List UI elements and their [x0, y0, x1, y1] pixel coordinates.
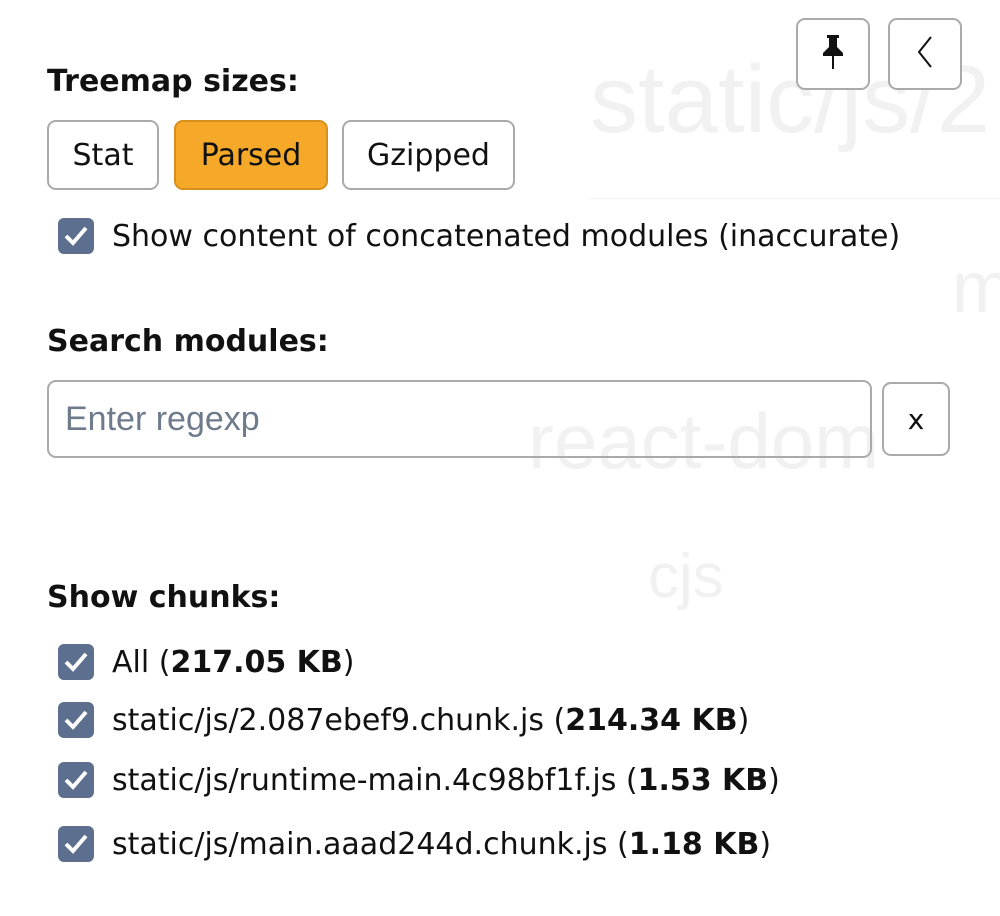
chunk-item-all[interactable]: All (217.05 KB) [58, 644, 355, 680]
chunk-name: static/js/2.087ebef9.chunk.js [112, 702, 544, 738]
chunk-name: static/js/main.aaad244d.chunk.js [112, 826, 608, 862]
stat-size-button[interactable]: Stat [47, 120, 159, 190]
concatenated-modules-label: Show content of concatenated modules (in… [112, 218, 901, 254]
search-modules-heading: Search modules: [47, 324, 329, 359]
chunk-item[interactable]: static/js/main.aaad244d.chunk.js (1.18 K… [58, 826, 771, 862]
chunk-checkbox[interactable] [58, 762, 94, 798]
collapse-sidebar-button[interactable] [888, 18, 962, 90]
chunk-checkbox[interactable] [58, 826, 94, 862]
search-input[interactable] [47, 380, 872, 458]
show-chunks-heading: Show chunks: [47, 580, 281, 615]
chunk-size: 214.34 KB [565, 702, 738, 738]
clear-search-button[interactable]: x [882, 382, 950, 456]
chunk-checkbox[interactable] [58, 702, 94, 738]
chevron-left-icon [914, 34, 936, 74]
chunk-item[interactable]: static/js/2.087ebef9.chunk.js (214.34 KB… [58, 702, 749, 738]
chunk-name: All [112, 644, 150, 680]
chunk-size: 217.05 KB [170, 644, 343, 680]
treemap-sizes-heading: Treemap sizes: [47, 64, 299, 99]
parsed-size-button[interactable]: Parsed [174, 120, 328, 190]
pin-sidebar-button[interactable] [796, 18, 870, 90]
treemap-divider [590, 198, 1000, 199]
chunk-size: 1.18 KB [628, 826, 760, 862]
treemap-label-cjs: cjs [648, 542, 724, 611]
chunk-size: 1.53 KB [637, 762, 769, 798]
chunk-item[interactable]: static/js/runtime-main.4c98bf1f.js (1.53… [58, 762, 780, 798]
chunk-name: static/js/runtime-main.4c98bf1f.js [112, 762, 617, 798]
concatenated-modules-option[interactable]: Show content of concatenated modules (in… [58, 218, 900, 254]
treemap-label-m: m [952, 248, 1000, 328]
chunk-checkbox[interactable] [58, 644, 94, 680]
gzipped-size-button[interactable]: Gzipped [342, 120, 515, 190]
concatenated-modules-checkbox[interactable] [58, 218, 94, 254]
pin-icon [819, 33, 847, 75]
